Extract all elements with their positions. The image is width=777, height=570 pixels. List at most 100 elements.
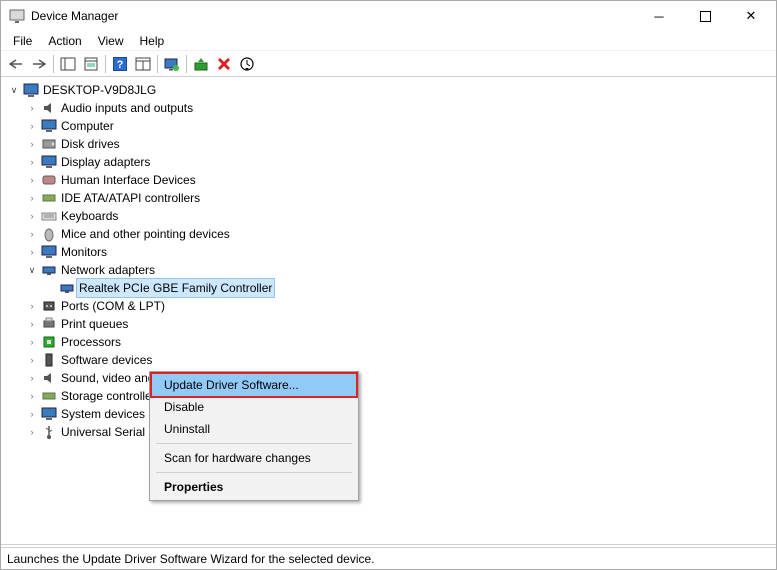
context-separator bbox=[156, 443, 352, 444]
expand-arrow-icon[interactable]: › bbox=[25, 191, 39, 205]
view-button[interactable] bbox=[132, 53, 154, 75]
category-label: Disk drives bbox=[61, 135, 120, 153]
root-label: DESKTOP-V9D8JLG bbox=[43, 81, 156, 99]
expand-arrow-icon[interactable]: › bbox=[25, 209, 39, 223]
tree-category-sound[interactable]: › Sound, video and game controllers bbox=[7, 369, 776, 387]
uninstall-button[interactable] bbox=[213, 53, 235, 75]
keyboard-icon bbox=[41, 208, 57, 224]
show-hide-tree-button[interactable] bbox=[57, 53, 79, 75]
context-scan[interactable]: Scan for hardware changes bbox=[152, 447, 356, 469]
category-label: Software devices bbox=[61, 351, 152, 369]
expand-arrow-icon[interactable]: › bbox=[25, 407, 39, 421]
ports-icon bbox=[41, 298, 57, 314]
tree-device-realtek[interactable]: › Realtek PCIe GBE Family Controller bbox=[7, 279, 776, 297]
scan-hardware-button[interactable] bbox=[236, 53, 258, 75]
menu-view[interactable]: View bbox=[90, 32, 132, 50]
usb-icon bbox=[41, 424, 57, 440]
menu-action[interactable]: Action bbox=[40, 32, 89, 50]
expand-arrow-icon[interactable]: › bbox=[25, 371, 39, 385]
printer-icon bbox=[41, 316, 57, 332]
title-bar: Device Manager ─ ✕ bbox=[1, 1, 776, 31]
context-update-driver[interactable]: Update Driver Software... bbox=[152, 374, 356, 396]
expand-arrow-icon[interactable]: › bbox=[25, 173, 39, 187]
tree-category-disk[interactable]: › Disk drives bbox=[7, 135, 776, 153]
category-label: Monitors bbox=[61, 243, 107, 261]
tree-category-display[interactable]: › Display adapters bbox=[7, 153, 776, 171]
toolbar: ? bbox=[1, 51, 776, 77]
category-label: Network adapters bbox=[61, 261, 155, 279]
tree-category-hid[interactable]: › Human Interface Devices bbox=[7, 171, 776, 189]
category-label: Storage controllers bbox=[61, 387, 162, 405]
minimize-button[interactable]: ─ bbox=[636, 1, 682, 31]
help-button[interactable]: ? bbox=[109, 53, 131, 75]
context-properties[interactable]: Properties bbox=[152, 476, 356, 498]
tree-category-processors[interactable]: › Processors bbox=[7, 333, 776, 351]
disk-icon bbox=[41, 136, 57, 152]
tree-category-printqueues[interactable]: › Print queues bbox=[7, 315, 776, 333]
expand-arrow-icon[interactable]: › bbox=[25, 101, 39, 115]
tree-category-system[interactable]: › System devices bbox=[7, 405, 776, 423]
properties-button[interactable] bbox=[80, 53, 102, 75]
update-driver-button[interactable] bbox=[161, 53, 183, 75]
tree-category-audio[interactable]: › Audio inputs and outputs bbox=[7, 99, 776, 117]
maximize-button[interactable] bbox=[682, 1, 728, 31]
toolbar-separator bbox=[186, 55, 187, 73]
tree-category-network[interactable]: ∨ Network adapters bbox=[7, 261, 776, 279]
tree-root[interactable]: ∨ DESKTOP-V9D8JLG bbox=[7, 81, 776, 99]
tree-category-ports[interactable]: › Ports (COM & LPT) bbox=[7, 297, 776, 315]
device-tree[interactable]: ∨ DESKTOP-V9D8JLG › Audio inputs and out… bbox=[1, 77, 776, 545]
mouse-icon bbox=[41, 226, 57, 242]
tree-category-usb[interactable]: › Universal Serial Bus controllers bbox=[7, 423, 776, 441]
expand-arrow-icon[interactable]: ∨ bbox=[25, 263, 39, 277]
menu-bar: File Action View Help bbox=[1, 31, 776, 51]
forward-button[interactable] bbox=[28, 53, 50, 75]
tree-category-software[interactable]: › Software devices bbox=[7, 351, 776, 369]
category-label: System devices bbox=[61, 405, 145, 423]
expand-arrow-icon[interactable]: › bbox=[25, 425, 39, 439]
expand-arrow-icon[interactable]: › bbox=[25, 353, 39, 367]
tree-category-keyboards[interactable]: › Keyboards bbox=[7, 207, 776, 225]
tree-category-computer[interactable]: › Computer bbox=[7, 117, 776, 135]
expand-arrow-icon[interactable]: › bbox=[25, 299, 39, 313]
back-button[interactable] bbox=[5, 53, 27, 75]
display-icon bbox=[41, 154, 57, 170]
enable-button[interactable] bbox=[190, 53, 212, 75]
category-label: Display adapters bbox=[61, 153, 150, 171]
close-button[interactable]: ✕ bbox=[728, 1, 774, 31]
context-disable[interactable]: Disable bbox=[152, 396, 356, 418]
category-label: Mice and other pointing devices bbox=[61, 225, 230, 243]
cpu-icon bbox=[41, 334, 57, 350]
tree-category-ide[interactable]: › IDE ATA/ATAPI controllers bbox=[7, 189, 776, 207]
status-text: Launches the Update Driver Software Wiza… bbox=[7, 552, 375, 566]
context-uninstall[interactable]: Uninstall bbox=[152, 418, 356, 440]
expand-arrow-icon[interactable]: › bbox=[25, 227, 39, 241]
menu-help[interactable]: Help bbox=[132, 32, 173, 50]
network-adapter-icon bbox=[59, 280, 75, 296]
expand-arrow-icon[interactable]: › bbox=[25, 317, 39, 331]
expand-arrow-icon[interactable]: › bbox=[25, 155, 39, 169]
tree-category-storage[interactable]: › Storage controllers bbox=[7, 387, 776, 405]
expand-arrow-icon[interactable]: › bbox=[25, 119, 39, 133]
expand-arrow-icon[interactable]: › bbox=[25, 245, 39, 259]
category-label: Computer bbox=[61, 117, 114, 135]
expand-arrow-icon[interactable]: ∨ bbox=[7, 83, 21, 97]
tree-category-monitors[interactable]: › Monitors bbox=[7, 243, 776, 261]
expand-arrow-icon[interactable]: › bbox=[25, 389, 39, 403]
hid-icon bbox=[41, 172, 57, 188]
network-icon bbox=[41, 262, 57, 278]
device-manager-icon bbox=[9, 8, 25, 24]
status-bar: Launches the Update Driver Software Wiza… bbox=[1, 547, 776, 569]
toolbar-separator bbox=[105, 55, 106, 73]
category-label: IDE ATA/ATAPI controllers bbox=[61, 189, 200, 207]
monitor-icon bbox=[41, 244, 57, 260]
storage-icon bbox=[41, 388, 57, 404]
expand-arrow-icon[interactable]: › bbox=[25, 335, 39, 349]
ide-icon bbox=[41, 190, 57, 206]
svg-text:?: ? bbox=[117, 59, 124, 71]
expand-arrow-icon[interactable]: › bbox=[25, 137, 39, 151]
context-separator bbox=[156, 472, 352, 473]
category-label: Ports (COM & LPT) bbox=[61, 297, 165, 315]
tree-category-mice[interactable]: › Mice and other pointing devices bbox=[7, 225, 776, 243]
menu-file[interactable]: File bbox=[5, 32, 40, 50]
system-icon bbox=[41, 406, 57, 422]
